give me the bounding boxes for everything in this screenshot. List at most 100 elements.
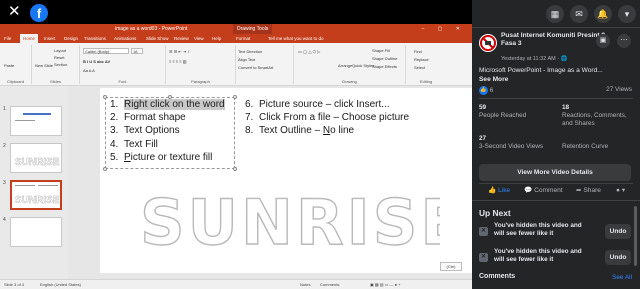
select-button[interactable]: Select xyxy=(414,65,425,70)
like-button[interactable]: 👍 Like xyxy=(488,186,510,194)
list-item: 6. Picture source – click Insert... xyxy=(245,99,390,110)
account-chevron-icon[interactable]: ▾ xyxy=(618,5,636,23)
shape-outline-button[interactable]: Shape Outline xyxy=(372,56,397,61)
format-buttons[interactable]: B I U S abc AV xyxy=(83,59,110,64)
instruction-list-right: 6. Picture source – click Insert... 7. Cli… xyxy=(245,98,409,138)
notifications-bell-icon[interactable]: 🔔 xyxy=(594,5,612,23)
slide-thumbnail-1[interactable] xyxy=(10,106,62,136)
bullets-buttons[interactable]: ☰ ☰ ⇤ ⇥ ↕ xyxy=(169,49,189,54)
facebook-logo-icon[interactable]: f xyxy=(30,4,48,22)
share-button[interactable]: ➦ Share xyxy=(576,186,601,194)
post-title: Microsoft PowerPoint - Image as a Word..… xyxy=(479,67,603,74)
arrange-button[interactable]: Arrange xyxy=(338,63,352,68)
post-timestamp[interactable]: Yesterday at 11:32 AM · 🌐 xyxy=(501,56,567,62)
scrollbar[interactable] xyxy=(634,206,637,266)
audience-selector[interactable]: ● ▾ xyxy=(616,186,625,194)
tab-transitions[interactable]: Transitions xyxy=(84,34,106,43)
powerpoint-titlebar: image as a word03 - PowerPoint Drawing T… xyxy=(0,24,472,34)
quick-styles-button[interactable]: Quick Styles xyxy=(352,63,374,68)
slide-canvas[interactable]: 1. Right click on the word 2. Format shape… xyxy=(100,88,472,273)
menu-grid-icon[interactable]: ▦ xyxy=(546,5,564,23)
bookmark-icon[interactable]: ▣ xyxy=(596,34,610,48)
tab-format[interactable]: Format xyxy=(236,34,250,43)
list-item: 7. Click From a file – Choose picture xyxy=(245,112,410,124)
comments-button[interactable]: Comments xyxy=(320,280,339,289)
drawing-group: ▭ ◯ △ ⬠ ▷ Arrange Quick Styles Shape Fil… xyxy=(294,45,406,84)
stat-video-views: 27 3-Second Video Views xyxy=(479,135,544,150)
video-player[interactable]: image as a word03 - PowerPoint Drawing T… xyxy=(0,24,472,289)
font-size-select[interactable]: 18 xyxy=(131,48,143,54)
layout-button[interactable]: Layout xyxy=(54,48,66,53)
share-icon: ➦ xyxy=(576,187,582,194)
undo-button[interactable]: Undo xyxy=(605,224,631,239)
reactions-count[interactable]: 👍 6 xyxy=(479,86,493,95)
paste-button[interactable]: Paste xyxy=(4,63,14,68)
section-button[interactable]: Section xyxy=(54,62,67,67)
font-name-select[interactable]: Calibri (Body) xyxy=(83,48,129,54)
paste-options-button[interactable]: (Ctrl) xyxy=(440,262,462,271)
tab-slide-show[interactable]: Slide Show xyxy=(146,34,169,43)
status-bar: Slide 3 of 4 English (United States) Not… xyxy=(0,279,472,289)
editing-group: Find Replace Select Editing xyxy=(414,49,433,84)
drawing-tools-label: Drawing Tools xyxy=(233,24,273,34)
see-more-link[interactable]: See More xyxy=(479,76,508,83)
tab-insert[interactable]: Insert xyxy=(44,34,55,43)
list-item: 1. Right click on the word xyxy=(110,99,225,110)
tab-help[interactable]: Help xyxy=(212,34,221,43)
view-buttons[interactable]: ▣ ▦ ▤ ▭ — ● + xyxy=(370,280,401,289)
views-count: 27 Views xyxy=(606,86,632,93)
new-slide-button[interactable]: New Slide xyxy=(35,63,53,68)
tab-view[interactable]: View xyxy=(194,34,204,43)
like-reaction-icon: 👍 xyxy=(479,86,488,95)
hidden-video-row: ✕ You've hidden this video and will see … xyxy=(479,222,631,242)
list-item: 3. Text Options xyxy=(110,125,180,137)
tab-file[interactable]: File xyxy=(4,34,11,43)
comment-button[interactable]: 💬 Comment xyxy=(524,186,563,194)
font-color-buttons[interactable]: Aa A A xyxy=(83,68,95,73)
slide-thumbnail-2[interactable]: SUNRISE xyxy=(10,143,62,173)
see-all-link[interactable]: See All xyxy=(612,274,632,281)
slide-thumbnail-3[interactable]: SUNRISE xyxy=(10,180,62,210)
powerpoint-window-title: image as a word03 - PowerPoint xyxy=(115,26,188,32)
tab-design[interactable]: Design xyxy=(64,34,78,43)
find-button[interactable]: Find xyxy=(414,49,422,54)
comments-heading: Comments xyxy=(479,273,516,280)
slide-editing-area: 1. Right click on the word 2. Format shape… xyxy=(68,86,472,279)
align-buttons[interactable]: ≡ ≡ ≡ ≡ ▥ xyxy=(169,59,187,64)
slide-thumbnail-4[interactable] xyxy=(10,217,62,247)
replace-button[interactable]: Replace xyxy=(414,57,429,62)
tell-me-search[interactable]: Tell me what you want to do xyxy=(268,34,324,43)
convert-smartart-button[interactable]: Convert to SmartArt xyxy=(238,65,273,70)
more-options-icon[interactable]: ⋯ xyxy=(617,34,631,48)
font-group: Calibri (Body) 18 B I U S abc AV Aa A A … xyxy=(80,45,166,84)
shape-effects-button[interactable]: Shape Effects xyxy=(372,64,397,69)
up-next-heading: Up Next xyxy=(479,208,511,218)
hidden-x-icon: ✕ xyxy=(479,227,488,236)
align-text-button[interactable]: Align Text xyxy=(238,57,255,62)
ribbon: Paste Clipboard New Slide Layout Reset S… xyxy=(0,43,472,86)
avatar[interactable] xyxy=(479,34,497,52)
messenger-icon[interactable]: ✉ xyxy=(570,5,588,23)
shapes-gallery[interactable]: ▭ ◯ △ ⬠ ▷ xyxy=(298,49,320,54)
sunrise-word-art[interactable]: SUNRISE xyxy=(140,188,440,252)
text-direction-group: Text Direction Align Text Convert to Sma… xyxy=(236,45,294,84)
window-controls-icon: – ▢ ✕ xyxy=(421,26,466,32)
list-item: 2. Format shape xyxy=(110,112,186,124)
top-icon-bar: ▦ ✉ 🔔 ▾ xyxy=(472,2,640,26)
thumbs-up-icon: 👍 xyxy=(488,187,497,194)
shape-fill-button[interactable]: Shape Fill xyxy=(372,48,390,53)
view-more-details-button[interactable]: View More Video Details xyxy=(479,164,631,181)
tab-animations[interactable]: Animations xyxy=(114,34,136,43)
hidden-x-icon: ✕ xyxy=(479,253,488,262)
close-icon[interactable]: ✕ xyxy=(8,3,21,21)
comment-icon: 💬 xyxy=(524,187,533,194)
tab-review[interactable]: Review xyxy=(174,34,189,43)
page-name-link[interactable]: Pusat Internet Komuniti Presint 9 Fasa 3 xyxy=(501,32,611,48)
facebook-side-panel: ▦ ✉ 🔔 ▾ Pusat Internet Komuniti Presint … xyxy=(472,0,640,289)
text-direction-button[interactable]: Text Direction xyxy=(238,49,262,54)
notes-button[interactable]: Notes xyxy=(300,280,310,289)
reset-button[interactable]: Reset xyxy=(54,55,64,60)
tab-home[interactable]: Home xyxy=(20,34,39,43)
undo-button[interactable]: Undo xyxy=(605,250,631,265)
instruction-list-left: 1. Right click on the word 2. Format shape… xyxy=(110,98,225,164)
